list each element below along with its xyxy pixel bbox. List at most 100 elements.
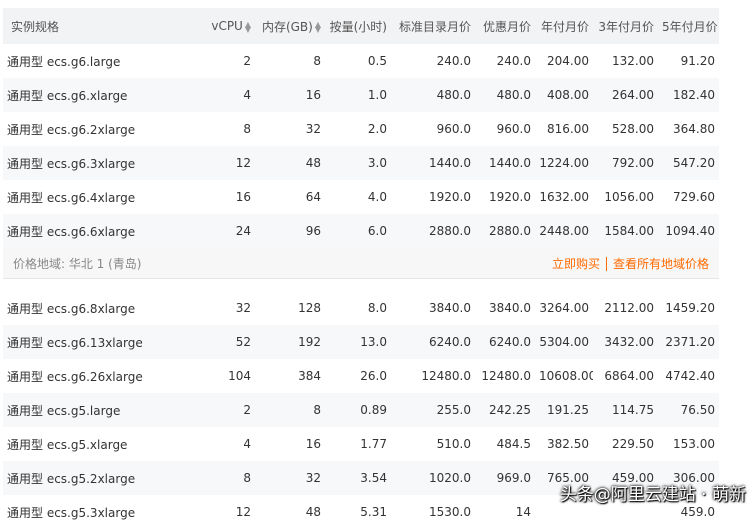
- cell-hourly: 1.77: [360, 437, 387, 451]
- cell-discount-monthly: 1920.0: [489, 190, 531, 204]
- cell-discount-monthly: 14: [515, 505, 531, 519]
- price-table: 实例规格 vCPU ▲ ▼ 内存(GB) ▲ ▼ 按量(小时) 标准目录月价 优惠月价 …: [3, 8, 719, 529]
- cell-memory: 48: [255, 146, 325, 180]
- cell-instance-spec: 通用型 ecs.g5.large: [3, 393, 183, 427]
- cell-annual-monthly: 816.00: [547, 122, 589, 136]
- cell-instance-spec: 通用型 ecs.g6.2xlarge: [7, 122, 136, 137]
- cell-5yr-monthly: 1094.40: [658, 214, 719, 248]
- cell-vcpu: 16: [235, 190, 251, 204]
- price-table-container: 实例规格 vCPU ▲ ▼ 内存(GB) ▲ ▼ 按量(小时) 标准目录月价 优惠月价 …: [3, 8, 719, 529]
- cell-memory: 32: [255, 461, 325, 495]
- cell-instance-spec: 通用型 ecs.g6.4xlarge: [7, 190, 136, 205]
- cell-annual-monthly: 1632.00: [539, 190, 589, 204]
- cell-discount-monthly: 2880.0: [475, 214, 535, 248]
- cell-3yr-monthly: 132.00: [612, 54, 654, 68]
- cell-annual-monthly: 3264.00: [539, 301, 589, 315]
- cell-annual-monthly: 10608.00: [539, 369, 593, 383]
- header-hourly: 按量(小时): [325, 8, 391, 44]
- cell-3yr-monthly: 792.00: [593, 146, 658, 180]
- sort-icon[interactable]: ▲ ▼: [245, 20, 251, 33]
- cell-vcpu: 24: [183, 214, 255, 248]
- cell-list-monthly: 1440.0: [391, 146, 475, 180]
- header-memory[interactable]: 内存(GB) ▲ ▼: [255, 8, 325, 44]
- buy-now-link[interactable]: 立即购买: [552, 257, 600, 271]
- cell-list-monthly: 480.0: [391, 78, 475, 112]
- link-divider: [605, 257, 607, 271]
- cell-vcpu: 2: [183, 393, 255, 427]
- cell-annual-monthly: 382.50: [547, 437, 589, 451]
- cell-discount-monthly: 242.25: [475, 393, 535, 427]
- cell-vcpu: 8: [183, 461, 255, 495]
- cell-hourly: 0.5: [367, 54, 387, 68]
- all-regions-price-link[interactable]: 查看所有地域价格: [613, 257, 709, 271]
- cell-list-monthly: 960.0: [436, 122, 471, 136]
- cell-annual-monthly: 191.25: [535, 393, 593, 427]
- cell-instance-spec: 通用型 ecs.g5.2xlarge: [3, 461, 183, 495]
- cell-5yr-monthly: 2371.20: [658, 325, 719, 359]
- header-discount-monthly: 优惠月价: [475, 8, 535, 44]
- cell-3yr-monthly: 114.75: [593, 393, 658, 427]
- cell-discount-monthly: 960.0: [496, 122, 531, 136]
- table-row: 通用型 ecs.g5.xlarge 4 16 1.77 510.0 484.5 382.50…: [3, 427, 719, 461]
- cell-vcpu: 2: [243, 54, 251, 68]
- cell-memory: 16: [255, 78, 325, 112]
- cell-hourly: 26.0: [360, 369, 387, 383]
- cell-list-monthly: 3840.0: [429, 301, 471, 315]
- cell-discount-monthly: 240.0: [496, 54, 531, 68]
- table-row: 通用型 ecs.g6.2xlarge 8 32 2.0 960.0 960.0 816.00…: [3, 112, 719, 146]
- cell-list-monthly: 1020.0: [391, 461, 475, 495]
- cell-3yr-monthly: 3432.00: [593, 325, 658, 359]
- cell-list-monthly: 255.0: [391, 393, 475, 427]
- table-row: 通用型 ecs.g6.large 2 8 0.5 240.0 240.0 204.00 132…: [3, 44, 719, 78]
- cell-hourly: 6.0: [325, 214, 391, 248]
- cell-vcpu: 12: [235, 505, 251, 519]
- cell-annual-monthly: 5304.00: [535, 325, 593, 359]
- sort-icon[interactable]: ▲ ▼: [315, 21, 321, 34]
- cell-list-monthly: 2880.0: [391, 214, 475, 248]
- cell-hourly: 3.0: [325, 146, 391, 180]
- cell-list-monthly: 240.0: [436, 54, 471, 68]
- header-list-monthly: 标准目录月价: [391, 8, 475, 44]
- watermark: 头条@阿里云建站 · 萌新: [559, 485, 746, 505]
- cell-discount-monthly: 484.5: [496, 437, 531, 451]
- cell-annual-monthly: 1224.00: [535, 146, 593, 180]
- table-row: 通用型 ecs.g6.6xlarge 24 96 6.0 2880.0 2880.0 244…: [3, 214, 719, 248]
- cell-5yr-monthly: 547.20: [658, 146, 719, 180]
- cell-vcpu: 12: [183, 146, 255, 180]
- cell-memory: 16: [305, 437, 321, 451]
- cell-list-monthly: 6240.0: [391, 325, 475, 359]
- cell-discount-monthly: 12480.0: [481, 369, 531, 383]
- header-5yr-monthly: 5年付月价: [658, 8, 719, 44]
- header-instance-spec: 实例规格: [3, 8, 183, 44]
- cell-instance-spec: 通用型 ecs.g6.xlarge: [3, 78, 183, 112]
- cell-list-monthly: 12480.0: [421, 369, 471, 383]
- cell-discount-monthly: 3840.0: [489, 301, 531, 315]
- table-row: 通用型 ecs.g6.13xlarge 52 192 13.0 6240.0 6240.0…: [3, 325, 719, 359]
- cell-instance-spec: 通用型 ecs.g6.26xlarge: [7, 369, 143, 384]
- cell-5yr-monthly: 182.40: [658, 78, 719, 112]
- cell-instance-spec: 通用型 ecs.g5.3xlarge: [7, 505, 136, 520]
- cell-discount-monthly: 969.0: [475, 461, 535, 495]
- header-annual-monthly: 年付月价: [535, 8, 593, 44]
- cell-discount-monthly: 1440.0: [475, 146, 535, 180]
- cell-5yr-monthly: 1459.20: [665, 301, 715, 315]
- header-vcpu[interactable]: vCPU ▲ ▼: [183, 8, 255, 44]
- table-row: 通用型 ecs.g6.3xlarge 12 48 3.0 1440.0 1440.0 122…: [3, 146, 719, 180]
- table-row: 通用型 ecs.g6.26xlarge 104 384 26.0 12480.0 1248…: [3, 359, 719, 393]
- cell-hourly: 0.89: [325, 393, 391, 427]
- cell-5yr-monthly: 729.60: [673, 190, 715, 204]
- cell-memory: 48: [305, 505, 321, 519]
- cell-annual-monthly: 408.00: [535, 78, 593, 112]
- region-info-row: 价格地域: 华北 1 (青岛) 立即购买 查看所有地域价格: [3, 248, 719, 279]
- cell-vcpu: 8: [243, 122, 251, 136]
- cell-hourly: 8.0: [367, 301, 387, 315]
- cell-instance-spec: 通用型 ecs.g5.xlarge: [7, 437, 128, 452]
- cell-instance-spec: 通用型 ecs.g6.6xlarge: [3, 214, 183, 248]
- cell-5yr-monthly: 364.80: [673, 122, 715, 136]
- cell-vcpu: 52: [183, 325, 255, 359]
- cell-instance-spec: 通用型 ecs.g6.3xlarge: [3, 146, 183, 180]
- cell-list-monthly: 1530.0: [429, 505, 471, 519]
- cell-3yr-monthly: 229.50: [612, 437, 654, 451]
- cell-hourly: 13.0: [325, 325, 391, 359]
- cell-memory: 128: [298, 301, 321, 315]
